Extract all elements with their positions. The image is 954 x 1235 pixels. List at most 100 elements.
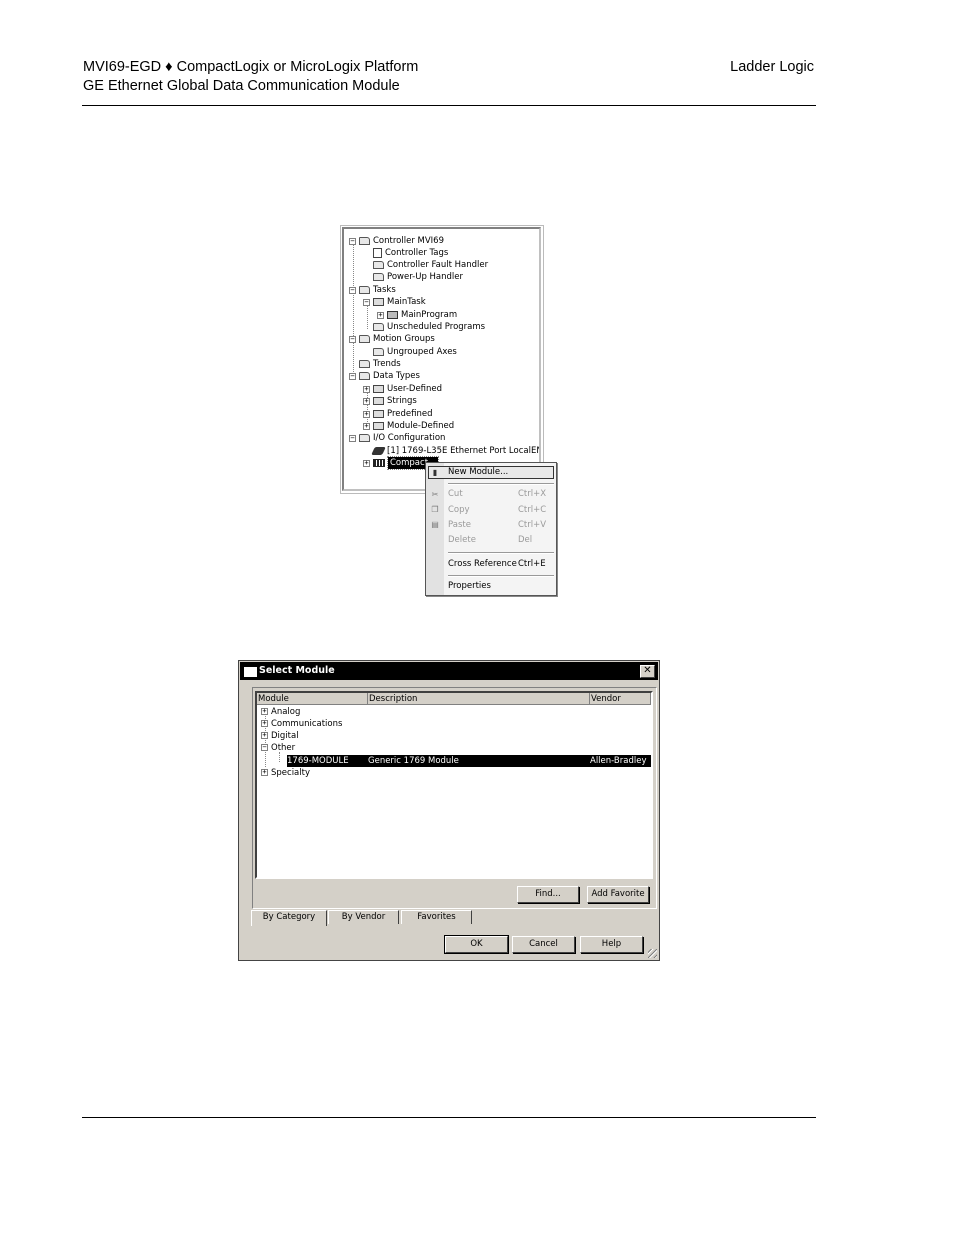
collapse-icon[interactable]: −	[349, 434, 356, 442]
tree-item-controller[interactable]: − Controller MVI69	[349, 235, 444, 247]
tree-item-io-configuration[interactable]: − I/O Configuration	[349, 432, 445, 444]
tree-item-controller-tags[interactable]: Controller Tags	[363, 247, 448, 259]
expand-icon[interactable]: +	[261, 708, 268, 715]
tree-item-strings[interactable]: + Strings	[363, 395, 417, 407]
add-favorite-button[interactable]: Add Favorite	[587, 886, 649, 903]
folder-icon	[373, 348, 384, 356]
datatype-icon	[373, 422, 384, 430]
cancel-button[interactable]: Cancel	[512, 936, 575, 953]
tree-item-motion-groups[interactable]: − Motion Groups	[349, 333, 435, 345]
program-icon	[387, 311, 398, 319]
menu-item-properties[interactable]: Properties	[448, 580, 554, 593]
tree-item-tasks[interactable]: − Tasks	[349, 284, 396, 296]
header-section: Ladder Logic	[730, 59, 814, 75]
tree-item-trends[interactable]: Trends	[349, 358, 401, 370]
menu-item-delete[interactable]: Delete Del	[448, 534, 554, 547]
collapse-icon[interactable]: −	[363, 298, 370, 306]
controller-organizer-tree: − Controller MVI69 Controller Tags Contr…	[342, 227, 541, 491]
tree-item-ungrouped-axes[interactable]: Ungrouped Axes	[363, 346, 457, 358]
tags-icon	[373, 248, 382, 258]
dialog-title: Select Module	[259, 665, 335, 676]
tab-by-vendor[interactable]: By Vendor	[328, 910, 399, 924]
header-title-line1: MVI69-EGD ♦ CompactLogix or MicroLogix P…	[83, 59, 419, 75]
expand-icon[interactable]: +	[363, 422, 370, 430]
module-list[interactable]: Module Description Vendor + Analog + Commu…	[255, 691, 653, 879]
expand-icon[interactable]: +	[261, 732, 268, 739]
ok-button[interactable]: OK	[444, 935, 509, 954]
find-button[interactable]: Find...	[517, 886, 579, 903]
folder-icon	[359, 360, 370, 368]
expand-icon[interactable]: +	[363, 459, 370, 467]
dialog-titlebar: Select Module ✕	[240, 662, 658, 680]
tab-by-category[interactable]: By Category	[251, 910, 327, 926]
list-item-analog[interactable]: + Analog	[261, 706, 300, 718]
paste-icon: ▤	[431, 520, 439, 529]
ethernet-icon	[371, 447, 386, 455]
header-title-line2: GE Ethernet Global Data Communication Mo…	[83, 78, 400, 94]
tree-item-predefined[interactable]: + Predefined	[363, 408, 433, 420]
menu-separator	[448, 483, 554, 485]
copy-icon: ❐	[431, 505, 439, 514]
bus-icon	[373, 459, 385, 467]
header-rule	[82, 105, 816, 106]
list-item-digital[interactable]: + Digital	[261, 730, 299, 742]
expand-icon[interactable]: +	[261, 720, 268, 727]
task-icon	[373, 298, 384, 306]
tree-item-fault-handler[interactable]: Controller Fault Handler	[363, 259, 488, 271]
select-module-dialog: Select Module ✕ Module Description Vendo…	[238, 660, 660, 961]
menu-separator	[448, 552, 554, 554]
list-item-communications[interactable]: + Communications	[261, 718, 342, 730]
column-header-module[interactable]: Module	[257, 693, 368, 705]
tree-item-data-types[interactable]: − Data Types	[349, 370, 420, 382]
list-item-other[interactable]: − Other	[261, 742, 295, 754]
expand-icon[interactable]: +	[261, 769, 268, 776]
help-button[interactable]: Help	[580, 936, 643, 953]
folder-icon	[359, 434, 370, 442]
resize-grip-icon[interactable]	[648, 949, 657, 958]
window-icon	[244, 667, 257, 677]
collapse-icon[interactable]: −	[261, 744, 268, 751]
collapse-icon[interactable]: −	[349, 372, 356, 380]
close-icon[interactable]: ✕	[640, 665, 655, 678]
tree-item-maintask[interactable]: − MainTask	[363, 296, 426, 308]
menu-item-paste[interactable]: Paste Ctrl+V	[448, 519, 554, 532]
list-item-1769-module[interactable]: 1769-MODULE Generic 1769 Module Allen-Br…	[287, 755, 651, 767]
footer-rule	[82, 1117, 816, 1118]
menu-separator	[448, 575, 554, 577]
tree-item-module-defined[interactable]: + Module-Defined	[363, 420, 454, 432]
collapse-icon[interactable]: −	[349, 286, 356, 294]
list-item-specialty[interactable]: + Specialty	[261, 767, 310, 779]
datatype-icon	[373, 385, 384, 393]
menu-item-cross-reference[interactable]: Cross Reference Ctrl+E	[448, 558, 554, 571]
scissors-icon: ✂	[431, 490, 439, 499]
column-header-description[interactable]: Description	[368, 693, 590, 705]
folder-icon	[373, 261, 384, 269]
expand-icon[interactable]: +	[363, 397, 370, 405]
page-header-left: MVI69-EGD ♦ CompactLogix or MicroLogix P…	[83, 58, 418, 96]
folder-icon	[373, 323, 384, 331]
collapse-icon[interactable]: −	[349, 237, 356, 245]
expand-icon[interactable]: +	[363, 410, 370, 418]
expand-icon[interactable]: +	[377, 311, 384, 319]
expand-icon[interactable]: +	[363, 385, 370, 393]
folder-icon	[359, 286, 370, 294]
collapse-icon[interactable]: −	[349, 335, 356, 343]
tree-item-mainprogram[interactable]: + MainProgram	[377, 309, 457, 321]
folder-icon	[359, 335, 370, 343]
menu-item-cut[interactable]: Cut Ctrl+X	[448, 488, 554, 501]
datatype-icon	[373, 410, 384, 418]
tree-item-power-up-handler[interactable]: Power-Up Handler	[363, 271, 463, 283]
datatype-icon	[373, 397, 384, 405]
menu-item-copy[interactable]: Copy Ctrl+C	[448, 504, 554, 517]
context-menu: ▮ New Module... ✂ Cut Ctrl+X ❐ Copy Ctrl…	[425, 462, 557, 596]
menu-item-new-module[interactable]: New Module...	[448, 466, 554, 479]
tree-item-user-defined[interactable]: + User-Defined	[363, 383, 442, 395]
tree-item-ethernet-port[interactable]: [1] 1769-L35E Ethernet Port LocalENB	[363, 445, 539, 457]
folder-icon	[359, 237, 370, 245]
tab-favorites[interactable]: Favorites	[401, 910, 472, 924]
folder-icon	[373, 273, 384, 281]
folder-icon	[359, 372, 370, 380]
new-module-icon: ▮	[432, 468, 438, 477]
tree-item-unscheduled[interactable]: Unscheduled Programs	[363, 321, 485, 333]
column-header-vendor[interactable]: Vendor	[590, 693, 651, 705]
